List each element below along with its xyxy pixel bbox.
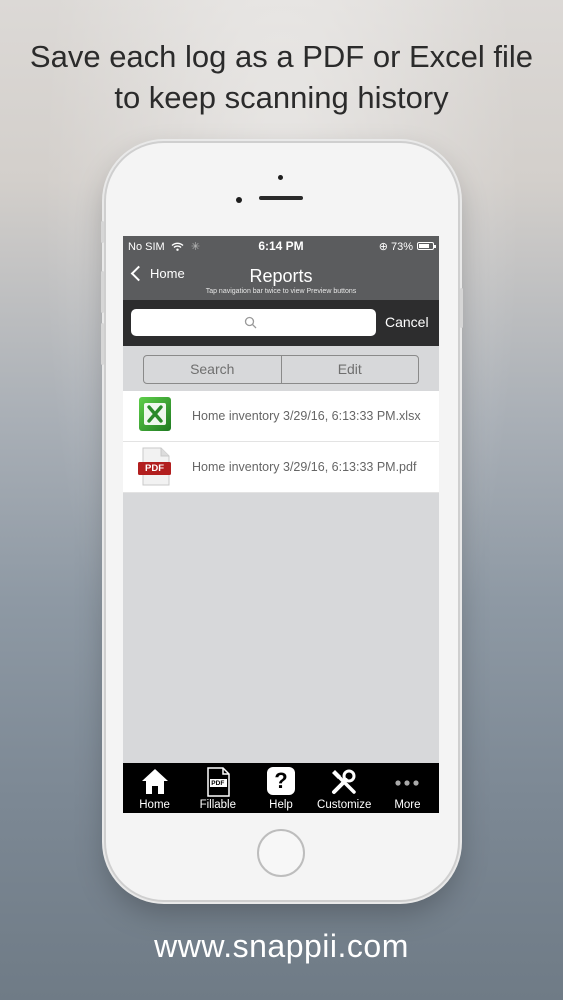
headline-line-1: Save each log as a PDF or Excel file bbox=[29, 39, 534, 74]
tools-icon bbox=[332, 769, 356, 794]
front-camera bbox=[236, 197, 242, 203]
page-subtitle: Tap navigation bar twice to view Preview… bbox=[205, 288, 357, 295]
search-input[interactable] bbox=[131, 309, 376, 336]
volume-down-button bbox=[101, 323, 104, 365]
list-item[interactable]: Home inventory 3/29/16, 6:13:33 PM.xlsx bbox=[123, 391, 439, 442]
volume-up-button bbox=[101, 271, 104, 313]
page-title: Reports bbox=[249, 266, 313, 286]
app-screen: No SIM ✳ 6:14 PM ⊕ 73% Home Reports Tap … bbox=[123, 236, 439, 813]
phone-frame: No SIM ✳ 6:14 PM ⊕ 73% Home Reports Tap … bbox=[101, 143, 463, 900]
battery-percent: 73% bbox=[390, 241, 413, 253]
status-battery-text: ⊕ 73% bbox=[379, 240, 413, 253]
fillable-icon-text: PDF bbox=[211, 780, 225, 787]
pdf-icon-label: PDF bbox=[145, 463, 164, 474]
edit-segment[interactable]: Edit bbox=[280, 356, 419, 383]
headline-line-2: to keep scanning history bbox=[114, 80, 449, 115]
tab-customize[interactable]: Customize bbox=[313, 763, 376, 813]
file-name: Home inventory 3/29/16, 6:13:33 PM.xlsx bbox=[192, 409, 421, 423]
excel-file-icon bbox=[139, 397, 171, 431]
battery-icon bbox=[417, 242, 436, 250]
file-list: Home inventory 3/29/16, 6:13:33 PM.xlsx … bbox=[123, 391, 439, 493]
tab-customize-label: Customize bbox=[317, 799, 372, 811]
segmented-control: Search Edit bbox=[143, 355, 419, 384]
more-icon bbox=[395, 780, 420, 786]
tab-fillable-label: Fillable bbox=[199, 799, 237, 811]
list-item[interactable]: PDF Home inventory 3/29/16, 6:13:33 PM.p… bbox=[123, 442, 439, 493]
navigation-bar[interactable]: Home Reports Tap navigation bar twice to… bbox=[123, 256, 439, 300]
mute-switch bbox=[101, 221, 104, 243]
file-name: Home inventory 3/29/16, 6:13:33 PM.pdf bbox=[192, 460, 417, 474]
power-button bbox=[460, 288, 463, 328]
tab-more-label: More bbox=[394, 799, 421, 811]
search-segment[interactable]: Search bbox=[144, 356, 281, 383]
proximity-sensor bbox=[278, 175, 283, 180]
home-button[interactable] bbox=[257, 829, 305, 877]
search-icon bbox=[244, 316, 257, 329]
tab-fillable[interactable]: PDF Fillable bbox=[186, 763, 249, 813]
tab-home[interactable]: Home bbox=[123, 763, 186, 813]
website-url: www.snappii.com bbox=[154, 928, 409, 964]
home-icon bbox=[141, 769, 168, 794]
rotation-lock-icon: ⊕ bbox=[378, 241, 388, 253]
headline: Save each log as a PDF or Excel file to … bbox=[0, 36, 563, 118]
tab-help-label: Help bbox=[269, 799, 293, 811]
cancel-button[interactable]: Cancel bbox=[385, 314, 429, 330]
tab-bar: Home PDF Fillable ? Help Customize More bbox=[123, 763, 439, 813]
earpiece-speaker bbox=[259, 196, 303, 200]
tab-home-label: Home bbox=[139, 799, 170, 811]
search-bar: Cancel bbox=[123, 300, 439, 346]
help-icon-glyph: ? bbox=[274, 768, 288, 793]
status-bar: No SIM ✳ 6:14 PM ⊕ 73% bbox=[123, 236, 439, 256]
tab-help[interactable]: ? Help bbox=[249, 763, 312, 813]
tab-more[interactable]: More bbox=[376, 763, 439, 813]
